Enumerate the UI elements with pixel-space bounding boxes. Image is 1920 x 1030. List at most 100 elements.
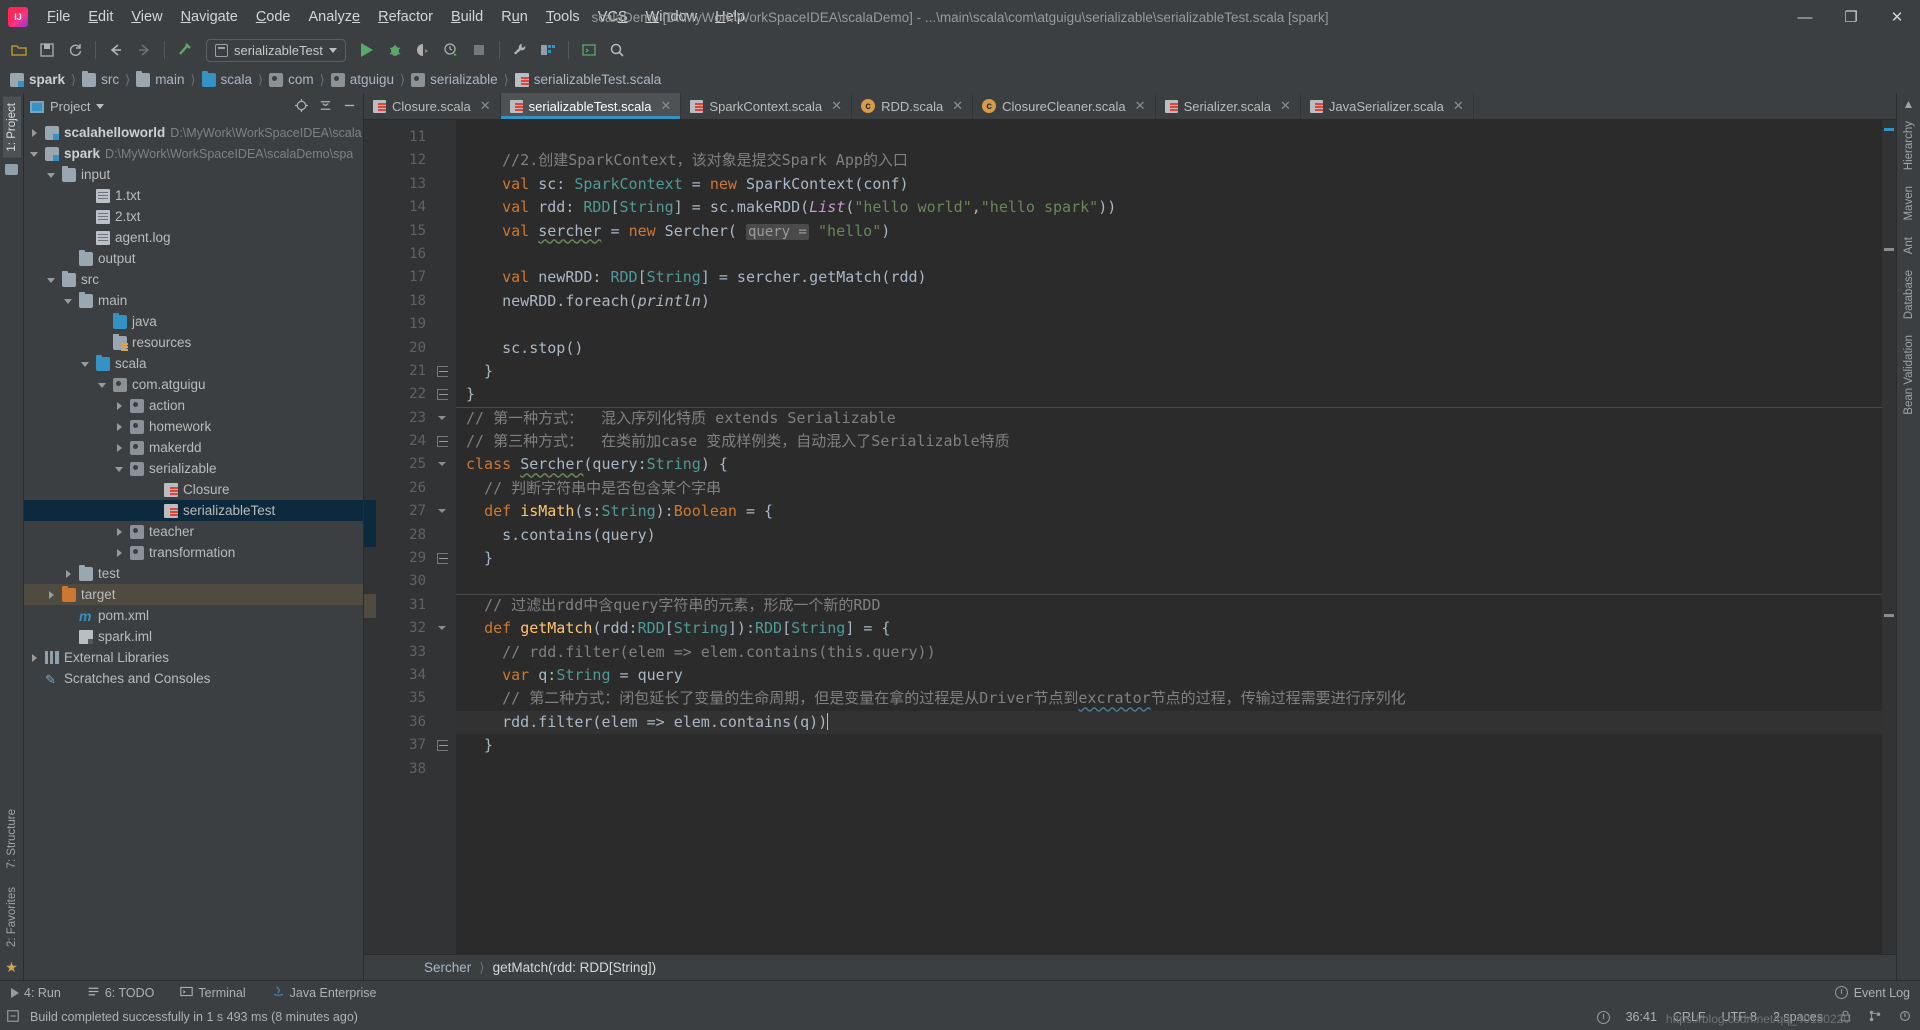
tool-tab-database[interactable]: Database (1900, 264, 1918, 325)
line-number[interactable]: 36 (364, 711, 456, 734)
close-tab-icon[interactable]: ✕ (831, 98, 842, 114)
project-tree[interactable]: scalahelloworld D:\MyWork\WorkSpaceIDEA\s… (24, 120, 363, 980)
line-number[interactable]: 23 (364, 407, 456, 430)
line-number[interactable]: 12 (364, 149, 456, 172)
profile-icon[interactable] (438, 37, 464, 63)
tree-node-java[interactable]: java (24, 311, 363, 332)
code-line-35[interactable]: // 第二种方式：闭包延长了变量的生命周期，但是变量在拿的过程是从Driver节… (456, 687, 1882, 710)
breadcrumb-item-spark[interactable]: spark (8, 72, 67, 87)
build-hammer-icon[interactable] (172, 37, 198, 63)
code-line-31[interactable]: // 过滤出rdd中含query字符串的元素，形成一个新的RDD (456, 594, 1882, 617)
line-number[interactable]: 18 (364, 290, 456, 313)
code-line-18[interactable]: newRDD.foreach(println) (456, 290, 1882, 313)
editor-tab-closure[interactable]: Closure.scala ✕ (364, 93, 501, 119)
menu-edit[interactable]: Edit (79, 5, 122, 29)
editor-tab-serializer[interactable]: Serializer.scala ✕ (1156, 93, 1301, 119)
chevron-down-icon[interactable] (30, 149, 40, 159)
code-line-33[interactable]: // rdd.filter(elem => elem.contains(this… (456, 641, 1882, 664)
code-line-14[interactable]: val rdd: RDD[String] = sc.makeRDD(List("… (456, 196, 1882, 219)
line-number[interactable]: 29 (364, 547, 456, 570)
line-number[interactable]: 28 (364, 524, 456, 547)
tree-node-scalahelloworld[interactable]: scalahelloworld D:\MyWork\WorkSpaceIDEA\s… (24, 122, 363, 143)
scroll-from-source-icon[interactable] (294, 98, 309, 116)
tool-tab-bean-validation[interactable]: Bean Validation (1900, 329, 1918, 421)
line-number[interactable]: 16 (364, 243, 456, 266)
minimize-button[interactable]: — (1782, 0, 1828, 34)
tree-node-serializable[interactable]: serializable (24, 458, 363, 479)
search-icon[interactable] (604, 37, 630, 63)
open-folder-icon[interactable] (6, 37, 32, 63)
hide-panel-icon[interactable] (342, 98, 357, 116)
code-line-37[interactable]: } (456, 734, 1882, 757)
chevron-down-icon[interactable] (64, 296, 74, 306)
marker[interactable] (1884, 128, 1894, 131)
inspection-icon[interactable] (1898, 1009, 1912, 1026)
editor-tab-bar[interactable]: Closure.scala ✕ serializableTest.scala ✕ Spa… (364, 93, 1896, 120)
tree-node-teacher[interactable]: teacher (24, 521, 363, 542)
tree-node-output[interactable]: output (24, 248, 363, 269)
editor-breadcrumb-class[interactable]: Sercher (424, 960, 471, 975)
line-number[interactable]: 27 (364, 500, 456, 523)
tree-node-makerdd[interactable]: makerdd (24, 437, 363, 458)
close-button[interactable]: ✕ (1874, 0, 1920, 34)
line-number[interactable]: 38 (364, 758, 456, 781)
chevron-right-icon[interactable] (115, 443, 125, 453)
tool-tab-ant[interactable]: Ant (1900, 231, 1918, 260)
close-tab-icon[interactable]: ✕ (1135, 98, 1146, 114)
maximize-strip-icon[interactable]: ▲ (1903, 97, 1915, 111)
settings-wrench-icon[interactable] (507, 37, 533, 63)
close-tab-icon[interactable]: ✕ (1280, 98, 1291, 114)
code-fold-icon[interactable] (437, 553, 448, 565)
code-fold-icon[interactable] (437, 389, 448, 401)
menu-file[interactable]: File (38, 5, 79, 29)
code-editor[interactable]: 11 12 13 14 15 16 17 18 19 20 21 22 23 24 25 26 27 28 29 30… (364, 120, 1896, 954)
menu-window[interactable]: Window (637, 5, 707, 29)
tree-node-com-atguigu[interactable]: com.atguigu (24, 374, 363, 395)
breadcrumb-item-scala[interactable]: scala (200, 70, 255, 87)
menu-analyze[interactable]: Analyze (300, 5, 370, 29)
collapse-all-icon[interactable] (318, 98, 333, 116)
line-number[interactable]: 34 (364, 664, 456, 687)
line-number[interactable]: 17 (364, 266, 456, 289)
breadcrumb-item-serializable[interactable]: serializable (409, 72, 500, 87)
code-line-13[interactable]: val sc: SparkContext = new SparkContext(… (456, 173, 1882, 196)
menu-navigate[interactable]: Navigate (172, 5, 247, 29)
chevron-right-icon[interactable] (30, 653, 40, 663)
tree-node-pom-xml[interactable]: m pom.xml (24, 605, 363, 626)
menu-tools[interactable]: Tools (537, 5, 589, 29)
chevron-right-icon[interactable] (47, 590, 57, 600)
tree-node-spark-iml[interactable]: spark.iml (24, 626, 363, 647)
line-number[interactable]: 35 (364, 687, 456, 710)
chevron-right-icon[interactable] (115, 422, 125, 432)
star-icon[interactable]: ★ (5, 959, 18, 976)
chevron-down-icon[interactable] (47, 170, 57, 180)
tree-node-agent-log[interactable]: agent.log (24, 227, 363, 248)
marker[interactable] (1884, 248, 1894, 251)
tree-node-external-libraries[interactable]: External Libraries (24, 647, 363, 668)
run-with-coverage-icon[interactable] (410, 37, 436, 63)
tree-node-resources[interactable]: resources (24, 332, 363, 353)
line-number[interactable]: 30 (364, 570, 456, 593)
menu-help[interactable]: Help (706, 5, 754, 29)
code-line-28[interactable]: s.contains(query) (456, 524, 1882, 547)
code-line-16[interactable] (456, 243, 1882, 266)
editor-tab-serializabletest[interactable]: serializableTest.scala ✕ (500, 93, 682, 119)
git-branch-icon[interactable] (1868, 1009, 1882, 1026)
code-fold-icon[interactable] (437, 365, 448, 377)
chevron-right-icon[interactable] (30, 128, 40, 138)
tool-tab-favorites[interactable]: 2: Favorites (3, 881, 21, 953)
close-tab-icon[interactable]: ✕ (1453, 98, 1464, 114)
bottom-tab-java-enterprise[interactable]: Java Enterprise (267, 983, 382, 1003)
menu-build[interactable]: Build (442, 5, 492, 29)
line-number[interactable]: 11 (364, 126, 456, 149)
bottom-tab-terminal[interactable]: Terminal (175, 983, 250, 1003)
tree-node-serializabletest[interactable]: serializableTest (24, 500, 363, 521)
line-number[interactable]: 37 (364, 734, 456, 757)
code-line-26[interactable]: // 判断字符串中是否包含某个字串 (456, 477, 1882, 500)
editor-breadcrumb-method[interactable]: getMatch(rdd: RDD[String]) (493, 960, 657, 975)
breadcrumb-item-com[interactable]: com (267, 72, 316, 87)
bottom-tab-todo[interactable]: 6: TODO (82, 983, 160, 1003)
line-number[interactable]: 20 (364, 337, 456, 360)
project-structure-icon[interactable] (535, 37, 561, 63)
debug-icon[interactable] (382, 37, 408, 63)
